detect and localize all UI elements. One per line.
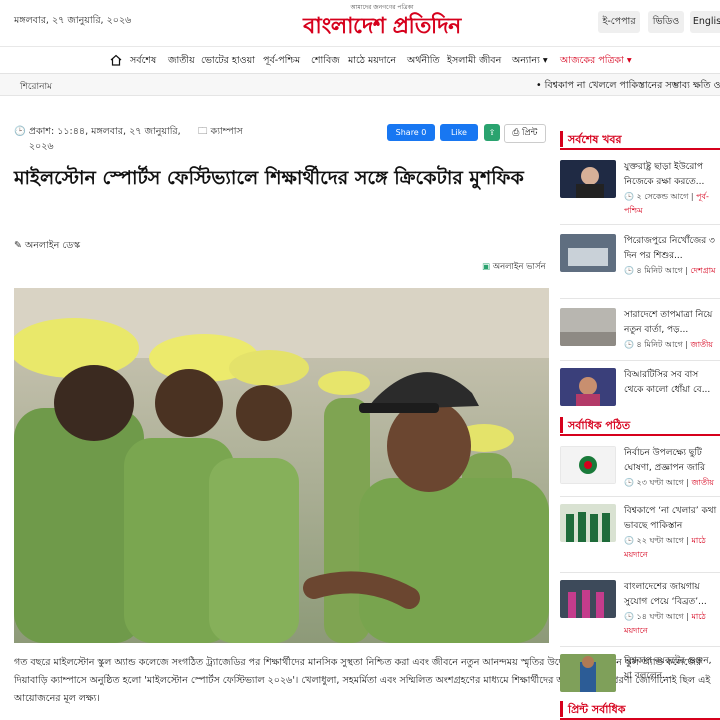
hero-photo: [14, 288, 549, 643]
article-meta: 🕒 প্রকাশ: ১১:৪৪, মঙ্গলবার, ২৭ জানুয়ারি,…: [14, 124, 374, 154]
news-thumbnail: [560, 234, 616, 272]
category-link[interactable]: 🗀 ক্যাম্পাস: [198, 124, 243, 139]
article-hero-image: [14, 288, 549, 643]
most-read-item[interactable]: বিশ্বকাপ বয়কটের গুঞ্জন, যা বললেন...: [560, 654, 720, 692]
logo-tagline: আমাদের জনগণের পত্রিকা: [350, 4, 414, 11]
news-title: বিআরটিসির সব বাস থেকে কালো ধোঁয়া বে...: [624, 370, 711, 395]
news-thumbnail: [560, 446, 616, 484]
article-title: মাইলস্টোন স্পোর্টস ফেস্টিভ্যালে শিক্ষার্…: [14, 167, 524, 189]
news-title: পিরোজপুরে নির্খোঁজের ৩ দিন পর শিশুর...: [624, 236, 715, 261]
nav-item-showbiz[interactable]: শোবিজ: [311, 54, 340, 69]
news-thumbnail: [560, 654, 616, 692]
home-icon[interactable]: [109, 53, 123, 67]
news-time: 🕒 ২৩ ঘণ্টা আগে | জাতীয়: [624, 478, 714, 487]
news-thumbnail: [560, 368, 616, 406]
video-button[interactable]: ভিডিও: [648, 11, 684, 33]
site-logo[interactable]: আমাদের জনগণের পত্রিকা বাংলাদেশ প্রতিদিন: [282, 4, 482, 42]
published-time: প্রকাশ: ১১:৪৪, মঙ্গলবার, ২৭ জানুয়ারি, ২…: [28, 126, 181, 152]
latest-news-item[interactable]: যুক্তরাষ্ট্র ছাড়া ইউরোপ নিজেকে রক্ষা কর…: [560, 160, 720, 216]
news-time: 🕒 ৪ মিনিট আগে | দেশগ্রাম: [624, 266, 716, 275]
most-read-item[interactable]: বাংলাদেশের জায়গায় সুযোগ পেয়ে ‘বিব্রত’…: [560, 580, 720, 636]
nav-item-islamic-life[interactable]: ইসলামী জীবন: [447, 54, 501, 69]
news-title: যুক্তরাষ্ট্র ছাড়া ইউরোপ নিজেকে রক্ষা কর…: [624, 162, 705, 187]
news-title: সারাদেশে তাপমাত্রা নিয়ে নতুন বার্তা, পড…: [624, 310, 713, 335]
ticker-headline[interactable]: • বিশ্বকাপ না খেললে পাকিস্তানের সম্ভাব্য…: [536, 79, 720, 94]
logo-name: বাংলাদেশ প্রতিদিন: [303, 13, 461, 39]
latest-news-heading: সর্বশেষ খবর: [560, 128, 720, 150]
news-time: 🕒 ৪ মিনিট আগে | জাতীয়: [624, 340, 714, 349]
news-thumbnail: [560, 160, 616, 198]
pen-icon: ✎: [14, 240, 22, 251]
news-thumbnail: [560, 580, 616, 618]
epaper-button[interactable]: ই-পেপার: [598, 11, 640, 33]
nav-item-world[interactable]: পূর্ব-পশ্চিম: [263, 54, 300, 69]
news-title: বাংলাদেশের জায়গায় সুযোগ পেয়ে ‘বিব্রত’…: [624, 582, 707, 607]
most-read-heading: সর্বাধিক পঠিত: [560, 414, 720, 436]
print-most-read-heading: প্রিন্ট সর্বাধিক: [560, 698, 720, 720]
latest-news-item[interactable]: পিরোজপুরে নির্খোঁজের ৩ দিন পর শিশুর... 🕒…: [560, 234, 720, 290]
most-read-item[interactable]: বিশ্বকাপে ‘না খেলার’ কথা ভাবছে পাকিস্তান…: [560, 504, 720, 560]
category-label: ক্যাম্পাস: [210, 126, 243, 137]
nav-item-latest[interactable]: সর্বশেষ: [130, 54, 156, 69]
online-version-label: অনলাইন ভার্সন: [492, 262, 546, 272]
print-icon: ⎙: [512, 128, 520, 138]
ticker-label: শিরোনাম: [20, 82, 53, 92]
news-thumbnail: [560, 504, 616, 542]
nav-item-sports[interactable]: মাঠে ময়দানে: [348, 54, 396, 69]
english-button[interactable]: English: [690, 11, 720, 33]
most-read-item[interactable]: নির্বাচন উপলক্ষ্যে ছুটি ঘোষণা, প্রজ্ঞাপন…: [560, 446, 720, 502]
news-thumbnail: [560, 308, 616, 346]
online-version-link[interactable]: ▣ অনলাইন ভার্সন: [482, 260, 546, 274]
nav-item-todays-paper[interactable]: আজকের পত্রিকা ▾: [560, 54, 632, 69]
share-icon[interactable]: ⇪: [484, 124, 500, 141]
nav-item-national[interactable]: জাতীয়: [168, 54, 195, 69]
print-label: প্রিন্ট: [522, 128, 538, 138]
print-button[interactable]: ⎙ প্রিন্ট: [504, 124, 546, 143]
news-title: বিশ্বকাপ বয়কটের গুঞ্জন, যা বললেন...: [624, 656, 712, 681]
latest-news-item[interactable]: বিআরটিসির সব বাস থেকে কালো ধোঁয়া বে...: [560, 368, 720, 406]
nav-item-others[interactable]: অন্যান্য ▾: [512, 54, 548, 69]
top-bar: মঙ্গলবার, ২৭ জানুয়ারি, ২০২৬ আমাদের জনগণ…: [0, 0, 720, 46]
current-date: মঙ্গলবার, ২৭ জানুয়ারি, ২০২৬: [14, 15, 132, 26]
online-icon: ▣: [482, 262, 491, 272]
headline-ticker: শিরোনাম • বিশ্বকাপ না খেললে পাকিস্তানের …: [0, 74, 720, 96]
news-time: 🕒 ২ সেকেন্ড আগে | পূর্ব-পশ্চিম: [624, 192, 709, 215]
facebook-like-button[interactable]: Like: [440, 124, 478, 141]
news-title: নির্বাচন উপলক্ষ্যে ছুটি ঘোষণা, প্রজ্ঞাপন…: [624, 448, 706, 473]
news-time: 🕒 ১৪ ঘণ্টা আগে | মাঠে ময়দানে: [624, 612, 706, 635]
nav-item-economy[interactable]: অর্থনীতি: [407, 54, 440, 69]
main-nav: সর্বশেষ জাতীয় ভোটের হাওয়া পূর্ব-পশ্চিম…: [0, 46, 720, 74]
author: ✎ অনলাইন ডেস্ক: [14, 239, 80, 254]
facebook-share-button[interactable]: Share 0: [387, 124, 435, 141]
news-time: 🕒 ২২ ঘণ্টা আগে | মাঠে ময়দানে: [624, 536, 706, 559]
news-title: বিশ্বকাপে ‘না খেলার’ কথা ভাবছে পাকিস্তান: [624, 506, 717, 531]
latest-news-item[interactable]: সারাদেশে তাপমাত্রা নিয়ে নতুন বার্তা, পড…: [560, 308, 720, 364]
folder-icon: 🗀: [198, 126, 208, 137]
clock-icon: 🕒: [14, 126, 26, 137]
author-name: অনলাইন ডেস্ক: [25, 240, 81, 251]
nav-item-election[interactable]: ভোটের হাওয়া: [201, 54, 255, 69]
